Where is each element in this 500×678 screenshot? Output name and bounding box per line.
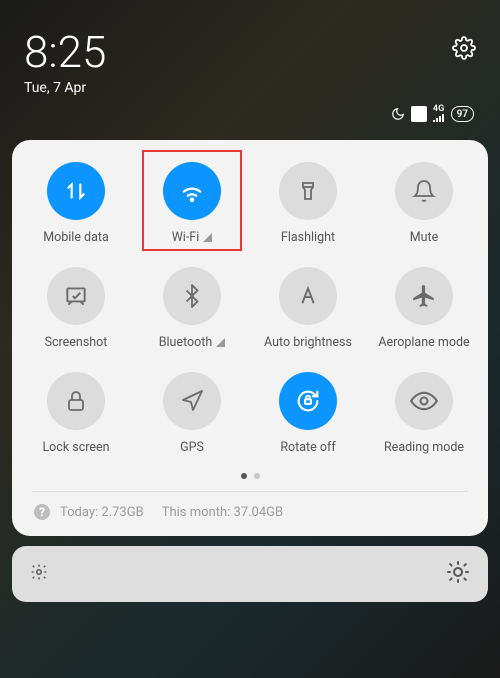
tile-label: Auto brightness <box>264 335 352 350</box>
auto-brightness-icon <box>279 267 337 325</box>
tile-lock-screen[interactable]: Lock screen <box>18 372 134 455</box>
tile-label: Aeroplane mode <box>378 335 469 350</box>
reading-eye-icon <box>395 372 453 430</box>
airplane-icon <box>395 267 453 325</box>
mute-bell-icon <box>395 162 453 220</box>
page-indicator <box>18 473 482 479</box>
brightness-high-icon <box>446 560 470 588</box>
bluetooth-icon <box>163 267 221 325</box>
tile-label: Bluetooth <box>159 335 226 350</box>
tile-label: Screenshot <box>45 335 108 350</box>
rotate-lock-icon <box>279 372 337 430</box>
brightness-low-icon <box>30 563 48 585</box>
clock-time: 8:25 <box>24 30 106 74</box>
wifi-icon <box>163 162 221 220</box>
tile-screenshot[interactable]: Screenshot <box>18 267 134 350</box>
tile-rotate-off[interactable]: Rotate off <box>250 372 366 455</box>
quick-settings-panel: Mobile data Wi-Fi Flashlight Mute <box>12 140 488 536</box>
screenshot-icon <box>47 267 105 325</box>
tile-gps[interactable]: GPS <box>134 372 250 455</box>
lock-icon <box>47 372 105 430</box>
tile-mute[interactable]: Mute <box>366 162 482 245</box>
signal-4g-icon: 4G <box>433 106 445 121</box>
notification-header: 8:25 Tue, 7 Apr VoLTE 4G 97 <box>0 0 500 132</box>
signal-indicator-icon <box>203 233 212 242</box>
volte-icon: VoLTE <box>411 106 426 122</box>
tile-label: Mobile data <box>43 230 109 245</box>
clock-date: Tue, 7 Apr <box>24 80 106 96</box>
tile-label: Lock screen <box>42 440 109 455</box>
tile-aeroplane-mode[interactable]: Aeroplane mode <box>366 267 482 350</box>
usage-today: Today: 2.73GB <box>60 505 144 520</box>
tile-label: Rotate off <box>280 440 335 455</box>
tile-bluetooth[interactable]: Bluetooth <box>134 267 250 350</box>
tile-mobile-data[interactable]: Mobile data <box>18 162 134 245</box>
tile-wifi[interactable]: Wi-Fi <box>134 162 250 245</box>
dnd-moon-icon <box>391 107 405 121</box>
tile-reading-mode[interactable]: Reading mode <box>366 372 482 455</box>
mobile-data-icon <box>47 162 105 220</box>
tile-flashlight[interactable]: Flashlight <box>250 162 366 245</box>
usage-month: This month: 37.04GB <box>162 505 283 520</box>
flashlight-icon <box>279 162 337 220</box>
brightness-slider[interactable] <box>12 546 488 602</box>
info-icon: ? <box>34 504 50 520</box>
signal-indicator-icon <box>216 338 225 347</box>
tile-label: Flashlight <box>281 230 335 245</box>
tile-label: Wi-Fi <box>172 230 213 245</box>
gps-navigation-icon <box>163 372 221 430</box>
battery-indicator: 97 <box>451 106 474 122</box>
settings-icon[interactable] <box>452 36 476 64</box>
data-usage-row[interactable]: ? Today: 2.73GB This month: 37.04GB <box>18 492 482 526</box>
tile-auto-brightness[interactable]: Auto brightness <box>250 267 366 350</box>
tile-label: Reading mode <box>384 440 464 455</box>
tile-label: Mute <box>410 230 439 245</box>
tile-label: GPS <box>180 440 204 455</box>
status-bar: VoLTE 4G 97 <box>24 106 476 122</box>
